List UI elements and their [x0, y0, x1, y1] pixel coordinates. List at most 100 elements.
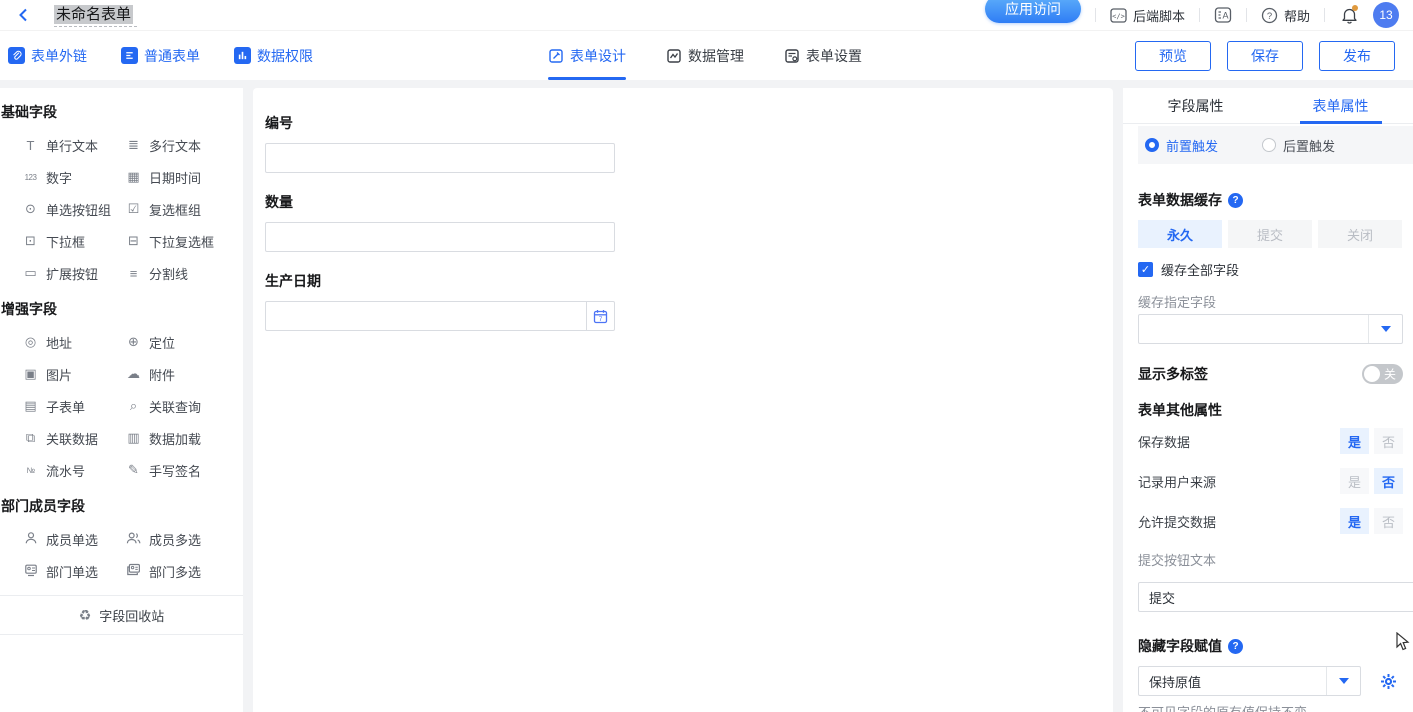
field-item-dept-multi[interactable]: 部门多选 — [125, 555, 243, 587]
field-item-single-line-text[interactable]: T单行文本 — [22, 129, 125, 161]
cache-all-fields-checkbox[interactable]: ✓ 缓存全部字段 — [1138, 260, 1403, 279]
field-recycle-bin[interactable]: ♻ 字段回收站 — [0, 595, 243, 635]
segment-submit[interactable]: 提交 — [1228, 220, 1312, 248]
yes-badge[interactable]: 是 — [1340, 428, 1369, 454]
segment-permanent[interactable]: 永久 — [1138, 220, 1222, 248]
form-title-editor[interactable]: 未命名表单 — [54, 3, 137, 27]
field-item-address[interactable]: ◎地址 — [22, 326, 125, 358]
subform-icon: ▤ — [22, 398, 39, 414]
radio-selected-icon — [1145, 138, 1159, 152]
no-badge[interactable]: 否 — [1374, 428, 1403, 454]
tab-form-properties[interactable]: 表单属性 — [1268, 88, 1413, 123]
tab-form-design[interactable]: 表单设计 — [548, 31, 626, 80]
data-load-icon: ▥ — [125, 430, 142, 446]
code-icon: </> — [1110, 8, 1127, 23]
help-button[interactable]: ? 帮助 — [1261, 6, 1310, 25]
department-icon — [22, 563, 39, 580]
member-fields-grid: 成员单选 成员多选 部门单选 部门多选 — [0, 523, 243, 587]
submit-button-text-input[interactable] — [1138, 582, 1413, 612]
field-item-location[interactable]: ⊕定位 — [125, 326, 243, 358]
caret-cell — [1368, 315, 1402, 343]
form-design-canvas[interactable]: 编号 数量 生产日期 7 — [253, 88, 1113, 712]
radio-pre-trigger[interactable]: 前置触发 — [1145, 136, 1218, 155]
field-item-dept-single[interactable]: 部门单选 — [22, 555, 125, 587]
segment-close[interactable]: 关闭 — [1318, 220, 1402, 248]
field-item-serial-number[interactable]: №流水号 — [22, 454, 125, 486]
preview-button[interactable]: 预览 — [1135, 41, 1211, 71]
language-icon: A — [1214, 7, 1232, 23]
field-item-subform[interactable]: ▤子表单 — [22, 390, 125, 422]
backend-script-button[interactable]: </> 后端脚本 — [1110, 6, 1185, 25]
help-tooltip-icon[interactable]: ? — [1228, 639, 1243, 654]
svg-text:</>: </> — [1112, 12, 1125, 20]
serial-number-icon: № — [22, 466, 39, 475]
active-tab-underline — [1300, 121, 1382, 124]
language-button[interactable]: A — [1214, 7, 1232, 23]
back-button[interactable] — [14, 5, 34, 25]
date-picker-button[interactable]: 7 — [587, 301, 615, 331]
tab-data-permission[interactable]: 数据权限 — [234, 46, 313, 66]
field-input-quantity[interactable] — [265, 222, 615, 252]
field-item-data-load[interactable]: ▥数据加载 — [125, 422, 243, 454]
field-item-number[interactable]: 123数字 — [22, 161, 125, 193]
divider — [1246, 8, 1247, 22]
canvas-field-quantity[interactable]: 数量 — [265, 192, 1113, 252]
radio-unselected-icon — [1262, 138, 1276, 152]
form-settings-icon — [784, 48, 800, 64]
field-item-multi-line-text[interactable]: ≣多行文本 — [125, 129, 243, 161]
hidden-assign-select[interactable]: 保持原值 — [1138, 666, 1361, 696]
tab-data-management[interactable]: 数据管理 — [666, 31, 744, 80]
field-item-linked-query[interactable]: ⌕关联查询 — [125, 390, 243, 422]
cache-specify-select[interactable] — [1138, 314, 1403, 344]
notifications-button[interactable] — [1339, 5, 1359, 25]
svg-text:7: 7 — [599, 316, 603, 323]
field-item-select[interactable]: ⊡下拉框 — [22, 225, 125, 257]
hidden-assign-settings-button[interactable] — [1373, 666, 1403, 696]
yes-badge[interactable]: 是 — [1340, 508, 1369, 534]
canvas-field-number-id[interactable]: 编号 — [265, 113, 1113, 173]
avatar[interactable]: 13 — [1373, 2, 1399, 28]
canvas-field-production-date[interactable]: 生产日期 7 — [265, 271, 1113, 331]
tab-normal-form[interactable]: 普通表单 — [121, 46, 200, 66]
radio-post-trigger[interactable]: 后置触发 — [1262, 136, 1335, 155]
field-item-radio-group[interactable]: ⊙单选按钮组 — [22, 193, 125, 225]
calendar-icon: ▦ — [125, 169, 142, 185]
tab-form-settings[interactable]: 表单设置 — [784, 31, 862, 80]
publish-button[interactable]: 发布 — [1319, 41, 1395, 71]
field-item-divider-line[interactable]: ≡分割线 — [125, 257, 243, 289]
help-tooltip-icon[interactable]: ? — [1228, 193, 1243, 208]
checkbox-icon: ☑ — [125, 201, 142, 217]
field-item-member-multi[interactable]: 成员多选 — [125, 523, 243, 555]
linked-query-icon: ⌕ — [125, 398, 142, 414]
field-item-extend-button[interactable]: ▭扩展按钮 — [22, 257, 125, 289]
option-row-allow-submit: 允许提交数据 是 否 — [1138, 508, 1403, 534]
form-title[interactable]: 未命名表单 — [54, 5, 133, 24]
field-item-multi-select[interactable]: ⊟下拉复选框 — [125, 225, 243, 257]
tab-field-properties[interactable]: 字段属性 — [1123, 88, 1268, 123]
document-icon — [121, 47, 138, 64]
field-item-checkbox-group[interactable]: ☑复选框组 — [125, 193, 243, 225]
cache-specify-label: 缓存指定字段 — [1138, 292, 1403, 311]
extend-button-icon: ▭ — [22, 265, 39, 281]
field-item-signature[interactable]: ✎手写签名 — [125, 454, 243, 486]
top-bar: 未命名表单 应用访问 </> 后端脚本 A ? 帮助 — [0, 0, 1413, 31]
no-badge[interactable]: 否 — [1374, 508, 1403, 534]
field-item-linked-data[interactable]: ⧉关联数据 — [22, 422, 125, 454]
help-icon: ? — [1261, 7, 1278, 24]
field-item-datetime[interactable]: ▦日期时间 — [125, 161, 243, 193]
field-item-attachment[interactable]: ☁附件 — [125, 358, 243, 390]
no-badge[interactable]: 否 — [1374, 468, 1403, 494]
app-access-button[interactable]: 应用访问 — [985, 0, 1081, 23]
field-item-image[interactable]: ▣图片 — [22, 358, 125, 390]
field-library-sidebar: 基础字段 T单行文本 ≣多行文本 123数字 ▦日期时间 ⊙单选按钮组 ☑复选框… — [0, 88, 243, 712]
calendar-icon: 7 — [593, 309, 608, 324]
field-label: 编号 — [265, 113, 1113, 133]
save-button[interactable]: 保存 — [1227, 41, 1303, 71]
radio-icon: ⊙ — [22, 201, 39, 217]
field-input-production-date[interactable] — [265, 301, 587, 331]
field-item-member-single[interactable]: 成员单选 — [22, 523, 125, 555]
field-input-number-id[interactable] — [265, 143, 615, 173]
yes-badge[interactable]: 是 — [1340, 468, 1369, 494]
multi-tab-toggle[interactable]: 关 — [1362, 364, 1403, 384]
tab-form-external-link[interactable]: 表单外链 — [8, 46, 87, 66]
